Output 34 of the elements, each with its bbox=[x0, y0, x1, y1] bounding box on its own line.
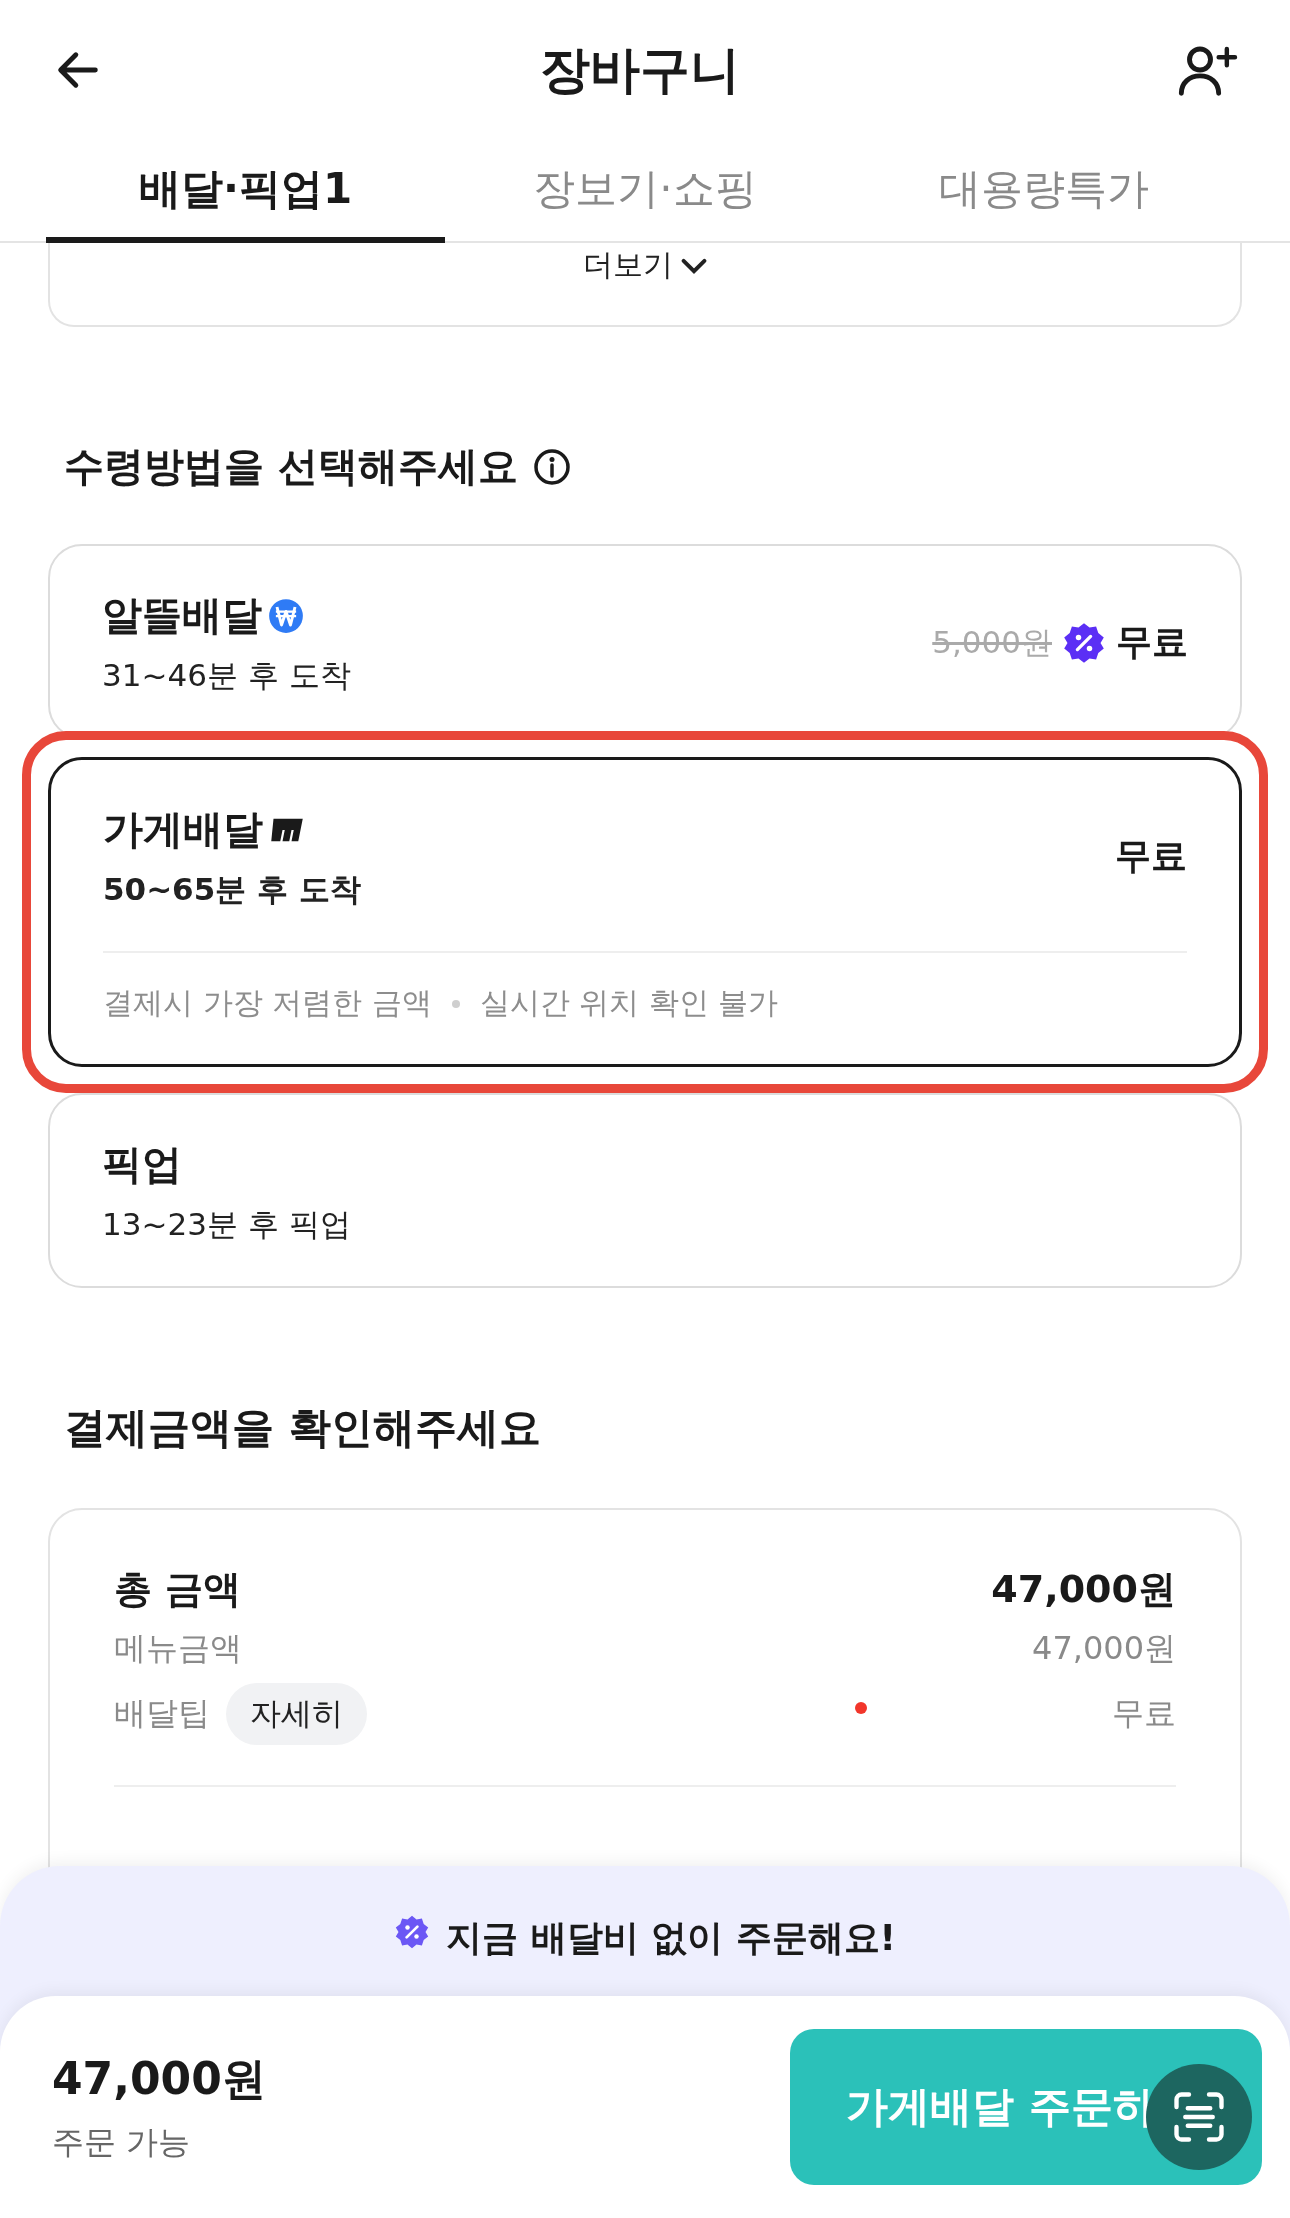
won-coin-icon bbox=[268, 597, 304, 634]
option-name: 가게배달 bbox=[103, 805, 263, 854]
fee-amount: 무료 bbox=[1112, 1693, 1176, 1734]
option-name: 알뜰배달 bbox=[102, 591, 262, 640]
total-label: 총 금액 bbox=[114, 1566, 242, 1613]
notification-dot bbox=[855, 1702, 867, 1714]
separator-dot-icon bbox=[451, 999, 460, 1008]
promo-text: 지금 배달비 없이 주문해요! bbox=[446, 1916, 896, 1960]
total-amount: 47,000원 bbox=[991, 1566, 1176, 1613]
option-price: 무료 bbox=[1116, 620, 1188, 664]
details-chip[interactable]: 자세히 bbox=[226, 1683, 367, 1745]
arrival-time: 31~46분 후 도착 bbox=[102, 656, 351, 695]
fee-label: 배달팁 bbox=[114, 1693, 210, 1734]
arrival-time: 13~23분 후 픽업 bbox=[102, 1205, 351, 1244]
discount-badge-icon bbox=[394, 1914, 430, 1950]
page-title: 장바구니 bbox=[540, 39, 740, 101]
section-title: 수령방법을 선택해주세요 bbox=[64, 442, 518, 491]
info-icon[interactable] bbox=[531, 446, 572, 487]
order-status: 주문 가능 bbox=[52, 2121, 192, 2163]
option-note: 실시간 위치 확인 불가 bbox=[479, 984, 779, 1022]
fee-amount: 47,000원 bbox=[1032, 1628, 1176, 1669]
order-amount: 47,000원 bbox=[52, 2051, 266, 2106]
delivery-option-card[interactable]: 가게배달 50~65분 후 도착 무료 결제시 가장 저렴한 금액 실시간 위치 확인 불가 bbox=[48, 757, 1242, 1067]
chevron-down-icon bbox=[681, 257, 707, 274]
option-name: 픽업 bbox=[102, 1140, 182, 1189]
original-price: 5,000원 bbox=[932, 622, 1052, 662]
arrival-time: 50~65분 후 도착 bbox=[103, 870, 361, 909]
option-price: 무료 bbox=[1115, 834, 1187, 878]
tab[interactable]: 배달·픽업 1 bbox=[46, 140, 446, 243]
section-title: 결제금액을 확인해주세요 bbox=[64, 1402, 541, 1454]
more-button[interactable]: 더보기 bbox=[583, 243, 707, 288]
option-note: 결제시 가장 저렴한 금액 bbox=[103, 984, 432, 1022]
fee-label: 메뉴금액 bbox=[114, 1628, 242, 1669]
delivery-option-card[interactable]: 픽업 13~23분 후 픽업 bbox=[48, 1093, 1242, 1288]
